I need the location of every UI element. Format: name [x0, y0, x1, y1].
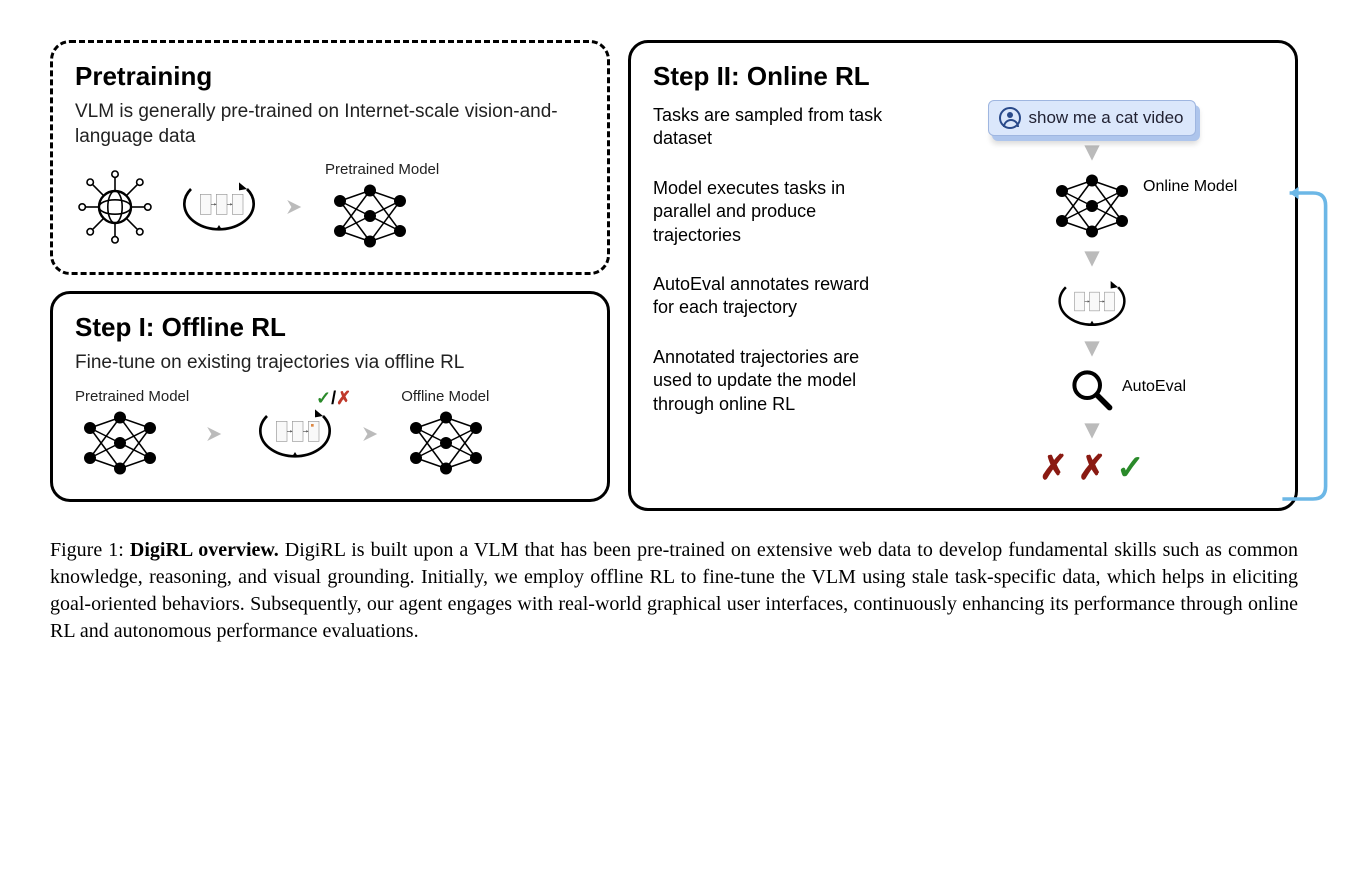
arrow-down-icon [1079, 248, 1105, 270]
pretraining-diagram: Pretrained Model [75, 161, 585, 252]
result-marks: ✗ ✗ ✓ [1039, 448, 1145, 488]
caption-title: DigiRL overview. [130, 539, 279, 561]
pretrained-model-block: Pretrained Model [325, 161, 439, 252]
arrow-right-icon [283, 193, 311, 221]
arrow-down-icon [1079, 420, 1105, 442]
neural-net-icon [325, 180, 415, 252]
result-mark-x: ✗ [1039, 448, 1068, 488]
autoeval-label: AutoEval [1122, 378, 1186, 396]
step1-panel: Step I: Offline RL Fine-tune on existing… [50, 291, 610, 502]
arrow-down-icon [1079, 142, 1105, 164]
step1-traj-block: ✓/✗ [245, 404, 345, 464]
neural-net-icon [75, 407, 165, 479]
internet-icon [75, 167, 155, 247]
task-prompt-bubble: show me a cat video [988, 100, 1197, 136]
result-mark-x: ✗ [1078, 448, 1107, 488]
arrow-right-icon [359, 420, 387, 448]
arrow-right-icon [203, 420, 231, 448]
step2-title: Step II: Online RL [653, 61, 1273, 92]
step2-panel: Step II: Online RL Tasks are sampled fro… [628, 40, 1298, 511]
step2-text-item: AutoEval annotates reward for each traje… [653, 273, 893, 320]
online-model-label: Online Model [1143, 178, 1237, 196]
result-mark-check: ✓ [1116, 448, 1145, 488]
step2-text-item: Model executes tasks in parallel and pro… [653, 177, 893, 247]
step1-output-label: Offline Model [401, 388, 491, 405]
autoeval-block: AutoEval [1068, 366, 1116, 414]
neural-net-icon [1047, 170, 1137, 242]
step1-input-block: Pretrained Model [75, 388, 189, 479]
reward-marks: ✓/✗ [316, 388, 351, 409]
step2-flow: show me a cat video [911, 100, 1273, 488]
step1-input-label: Pretrained Model [75, 388, 189, 405]
user-icon [999, 107, 1021, 129]
trajectory-icon [245, 404, 345, 464]
task-prompt-text: show me a cat video [1029, 108, 1184, 128]
step2-text-list: Tasks are sampled from task dataset Mode… [653, 104, 893, 488]
pretraining-desc: VLM is generally pre-trained on Internet… [75, 100, 585, 149]
neural-net-icon [401, 407, 491, 479]
right-column: Step II: Online RL Tasks are sampled fro… [628, 40, 1298, 511]
arrow-down-icon [1079, 338, 1105, 360]
step2-text-item: Annotated trajectories are used to updat… [653, 346, 893, 416]
step1-desc: Fine-tune on existing trajectories via o… [75, 351, 585, 376]
figure-caption: Figure 1: DigiRL overview. DigiRL is bui… [50, 537, 1298, 645]
magnifier-icon [1068, 366, 1116, 414]
online-model-block: Online Model [1047, 170, 1137, 242]
step1-output-block: Offline Model [401, 388, 491, 479]
left-column: Pretraining VLM is generally pre-trained… [50, 40, 610, 511]
panels-row: Pretraining VLM is generally pre-trained… [50, 40, 1298, 511]
feedback-loop-arrow-icon [1277, 184, 1331, 508]
pretrained-model-label: Pretrained Model [325, 161, 439, 178]
step1-diagram: Pretrained Model [75, 388, 585, 479]
trajectory-icon [169, 177, 269, 237]
step2-body: Tasks are sampled from task dataset Mode… [653, 100, 1273, 488]
figure: Pretraining VLM is generally pre-trained… [50, 40, 1298, 645]
pretraining-panel: Pretraining VLM is generally pre-trained… [50, 40, 610, 275]
trajectory-icon [1047, 276, 1137, 332]
step2-text-item: Tasks are sampled from task dataset [653, 104, 893, 151]
caption-fignum: Figure 1: [50, 539, 124, 561]
pretraining-title: Pretraining [75, 61, 585, 92]
step1-title: Step I: Offline RL [75, 312, 585, 343]
